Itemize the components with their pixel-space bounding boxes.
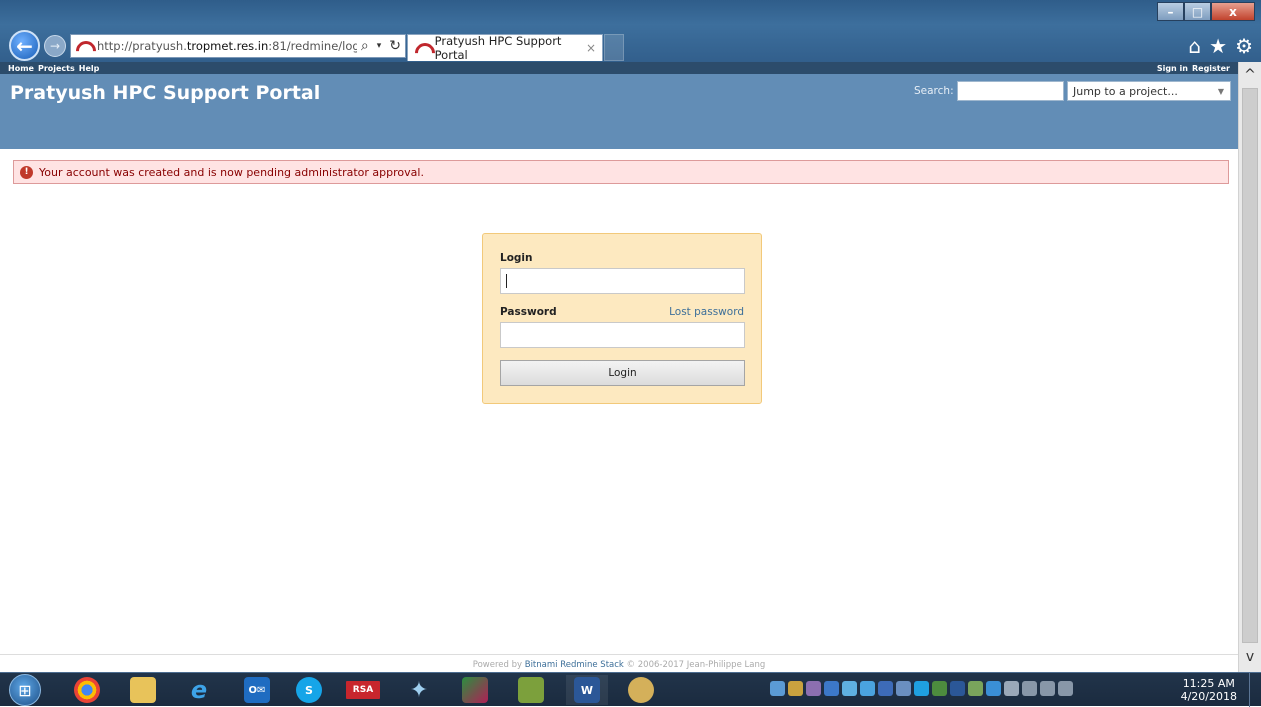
tray-network-icon[interactable] <box>770 681 785 696</box>
refresh-icon[interactable]: ↻ <box>385 38 405 54</box>
new-tab-button[interactable] <box>604 34 624 61</box>
office-upload-icon[interactable] <box>510 675 552 705</box>
start-button[interactable]: ⊞ <box>9 674 41 706</box>
clock-time: 11:25 AM <box>1182 677 1235 690</box>
minimize-button[interactable]: – <box>1157 2 1184 21</box>
tray-utility-icon[interactable] <box>788 681 803 696</box>
skype-icon[interactable]: S <box>288 675 330 705</box>
system-tray <box>770 681 1073 696</box>
site-title[interactable]: Pratyush HPC Support Portal <box>10 82 320 104</box>
tray-update-icon[interactable] <box>932 681 947 696</box>
tab-close-icon[interactable]: × <box>586 41 596 55</box>
search-label: Search: <box>914 85 954 97</box>
back-button[interactable]: ← <box>9 30 40 61</box>
scroll-up-icon[interactable]: ^ <box>1243 68 1257 82</box>
login-label: Login <box>500 252 533 264</box>
chevron-down-icon: ▼ <box>1217 86 1224 96</box>
tray-battery-icon[interactable] <box>1022 681 1037 696</box>
browser-tab[interactable]: Pratyush HPC Support Portal × <box>407 34 603 62</box>
tab-title: Pratyush HPC Support Portal <box>434 34 562 62</box>
site-header: Pratyush HPC Support Portal Search: Jump… <box>0 74 1238 149</box>
text-cursor <box>506 274 507 288</box>
bitnami-link[interactable]: Bitnami Redmine Stack <box>525 660 624 670</box>
search-input[interactable] <box>957 81 1064 101</box>
redmine-tab-icon <box>414 41 431 55</box>
jump-to-project-text: Jump to a project... <box>1073 84 1178 98</box>
chrome-icon[interactable] <box>66 675 108 705</box>
register-link[interactable]: Register <box>1192 64 1230 73</box>
footer-suffix: © 2006-2017 Jean-Philippe Lang <box>623 660 766 670</box>
arrow-right-icon: → <box>49 39 61 53</box>
paint-icon[interactable] <box>620 675 662 705</box>
windows-logo-icon: ⊞ <box>18 680 32 700</box>
file-explorer-icon[interactable] <box>122 675 164 705</box>
show-desktop-button[interactable] <box>1249 673 1261 707</box>
bluetooth-icon[interactable] <box>824 681 839 696</box>
address-bar[interactable]: http://pratyush.tropmet.res.in:81/redmin… <box>70 34 406 58</box>
tray-network-status-icon[interactable] <box>1040 681 1055 696</box>
outlook-icon[interactable]: O✉ <box>236 675 278 705</box>
tray-cloud-icon[interactable] <box>860 681 875 696</box>
tray-flag-icon[interactable] <box>1004 681 1019 696</box>
home-icon[interactable]: ⌂ <box>1188 34 1201 58</box>
network-icon[interactable]: ✦ <box>398 675 440 705</box>
favorites-star-icon[interactable]: ★ <box>1209 34 1227 58</box>
login-input[interactable] <box>500 268 745 294</box>
rsa-icon[interactable]: RSA <box>342 675 384 705</box>
tray-app-icon[interactable] <box>806 681 821 696</box>
password-label: Password <box>500 306 557 318</box>
settings-gear-icon[interactable]: ⚙ <box>1235 34 1253 58</box>
arrow-left-icon: ← <box>16 33 33 58</box>
warning-icon: ! <box>20 165 33 179</box>
login-button[interactable]: Login <box>500 360 745 386</box>
scroll-down-icon[interactable]: v <box>1243 650 1257 664</box>
top-menu-projects[interactable]: Projects <box>38 64 75 73</box>
forward-button[interactable]: → <box>44 35 66 57</box>
password-input[interactable] <box>500 322 745 348</box>
scroll-thumb[interactable] <box>1242 88 1258 643</box>
dropdown-arrow-icon[interactable]: ▾ <box>373 41 386 51</box>
windows-taskbar: ⊞ e O✉ S RSA ✦ W 11:25 AM 4/20/2018 <box>0 672 1261 707</box>
lost-password-link[interactable]: Lost password <box>669 306 744 318</box>
account-menu: Sign in Register <box>1157 64 1230 73</box>
tray-sync-icon[interactable] <box>842 681 857 696</box>
top-menu: Home Projects Help Sign in Register <box>0 62 1238 74</box>
flash-message: Your account was created and is now pend… <box>39 165 424 179</box>
photos-icon[interactable] <box>454 675 496 705</box>
browser-chrome: – □ x ← → http://pratyush.tropmet.res.in… <box>0 0 1261 62</box>
clock-date: 4/20/2018 <box>1180 690 1237 703</box>
sign-in-link[interactable]: Sign in <box>1157 64 1188 73</box>
jump-to-project-select[interactable]: Jump to a project... ▼ <box>1067 81 1231 101</box>
close-window-button[interactable]: x <box>1211 2 1255 21</box>
tray-word-icon[interactable] <box>950 681 965 696</box>
page-footer: Powered by Bitnami Redmine Stack © 2006-… <box>0 654 1238 672</box>
page-scrollbar[interactable]: ^ v <box>1238 62 1261 672</box>
browser-tools: ⌂ ★ ⚙ <box>1188 34 1253 58</box>
system-clock[interactable]: 11:25 AM 4/20/2018 <box>1181 677 1237 703</box>
redmine-site-icon <box>75 39 93 53</box>
volume-icon[interactable] <box>1058 681 1073 696</box>
maximize-button[interactable]: □ <box>1184 2 1211 21</box>
top-menu-home[interactable]: Home <box>8 64 34 73</box>
tray-security-icon[interactable] <box>896 681 911 696</box>
top-menu-left: Home Projects Help <box>8 64 99 73</box>
tray-shield-icon[interactable] <box>968 681 983 696</box>
tray-info-icon[interactable] <box>986 681 1001 696</box>
search-address-icon[interactable]: ⌕ <box>357 38 373 54</box>
footer-prefix: Powered by <box>472 660 525 670</box>
tray-skype-icon[interactable] <box>914 681 929 696</box>
flash-notice: ! Your account was created and is now pe… <box>13 160 1229 184</box>
window-controls: – □ x <box>1157 2 1255 21</box>
login-form: Login Password Lost password Login <box>482 233 762 404</box>
internet-explorer-icon[interactable]: e <box>178 675 220 705</box>
tray-monitor-icon[interactable] <box>878 681 893 696</box>
top-menu-help[interactable]: Help <box>79 64 100 73</box>
word-icon[interactable]: W <box>566 675 608 705</box>
address-url[interactable]: http://pratyush.tropmet.res.in:81/redmin… <box>97 39 357 53</box>
